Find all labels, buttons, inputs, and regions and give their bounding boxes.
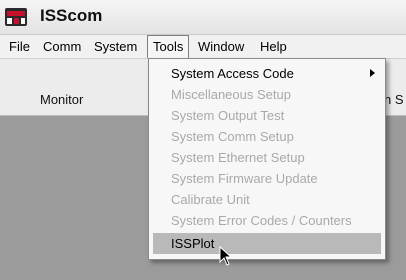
- menu-item-calibrate-unit[interactable]: Calibrate Unit: [153, 189, 381, 210]
- menu-system[interactable]: System: [89, 35, 142, 58]
- menu-item-label: System Error Codes / Counters: [171, 213, 352, 228]
- menu-item-label: System Comm Setup: [171, 129, 294, 144]
- menu-bar: File Comm System Tools Window Help: [0, 35, 406, 59]
- menu-item-label: System Output Test: [171, 108, 285, 123]
- title-bar: ISScom: [0, 0, 406, 35]
- menu-item-label: System Ethernet Setup: [171, 150, 305, 165]
- toolbar-partial-button[interactable]: n S: [384, 92, 404, 107]
- menu-item-system-error-codes-counters[interactable]: System Error Codes / Counters: [153, 210, 381, 231]
- monitor-button[interactable]: Monitor: [40, 92, 83, 107]
- menu-comm[interactable]: Comm: [38, 35, 86, 58]
- menu-file[interactable]: File: [4, 35, 35, 58]
- menu-item-label: Calibrate Unit: [171, 192, 250, 207]
- menu-window[interactable]: Window: [193, 35, 249, 58]
- window-title: ISScom: [40, 6, 103, 25]
- menu-tools[interactable]: Tools: [147, 35, 190, 58]
- menu-item-label: System Firmware Update: [171, 171, 318, 186]
- menu-item-system-output-test[interactable]: System Output Test: [153, 105, 381, 126]
- menu-item-issplot[interactable]: ISSPlot: [153, 233, 381, 254]
- menu-item-system-ethernet-setup[interactable]: System Ethernet Setup: [153, 147, 381, 168]
- chevron-right-icon: [370, 69, 375, 77]
- tools-dropdown-menu: System Access Code Miscellaneous Setup S…: [148, 58, 386, 260]
- menu-item-label: Miscellaneous Setup: [171, 87, 291, 102]
- menu-item-system-access-code[interactable]: System Access Code: [153, 63, 381, 84]
- mouse-pointer-icon: [219, 246, 233, 266]
- menu-help[interactable]: Help: [255, 35, 292, 58]
- menu-item-label: ISSPlot: [171, 236, 215, 251]
- menu-item-system-comm-setup[interactable]: System Comm Setup: [153, 126, 381, 147]
- menu-item-label: System Access Code: [171, 66, 294, 81]
- menu-item-miscellaneous-setup[interactable]: Miscellaneous Setup: [153, 84, 381, 105]
- menu-item-system-firmware-update[interactable]: System Firmware Update: [153, 168, 381, 189]
- issc-app-icon[interactable]: [4, 6, 28, 28]
